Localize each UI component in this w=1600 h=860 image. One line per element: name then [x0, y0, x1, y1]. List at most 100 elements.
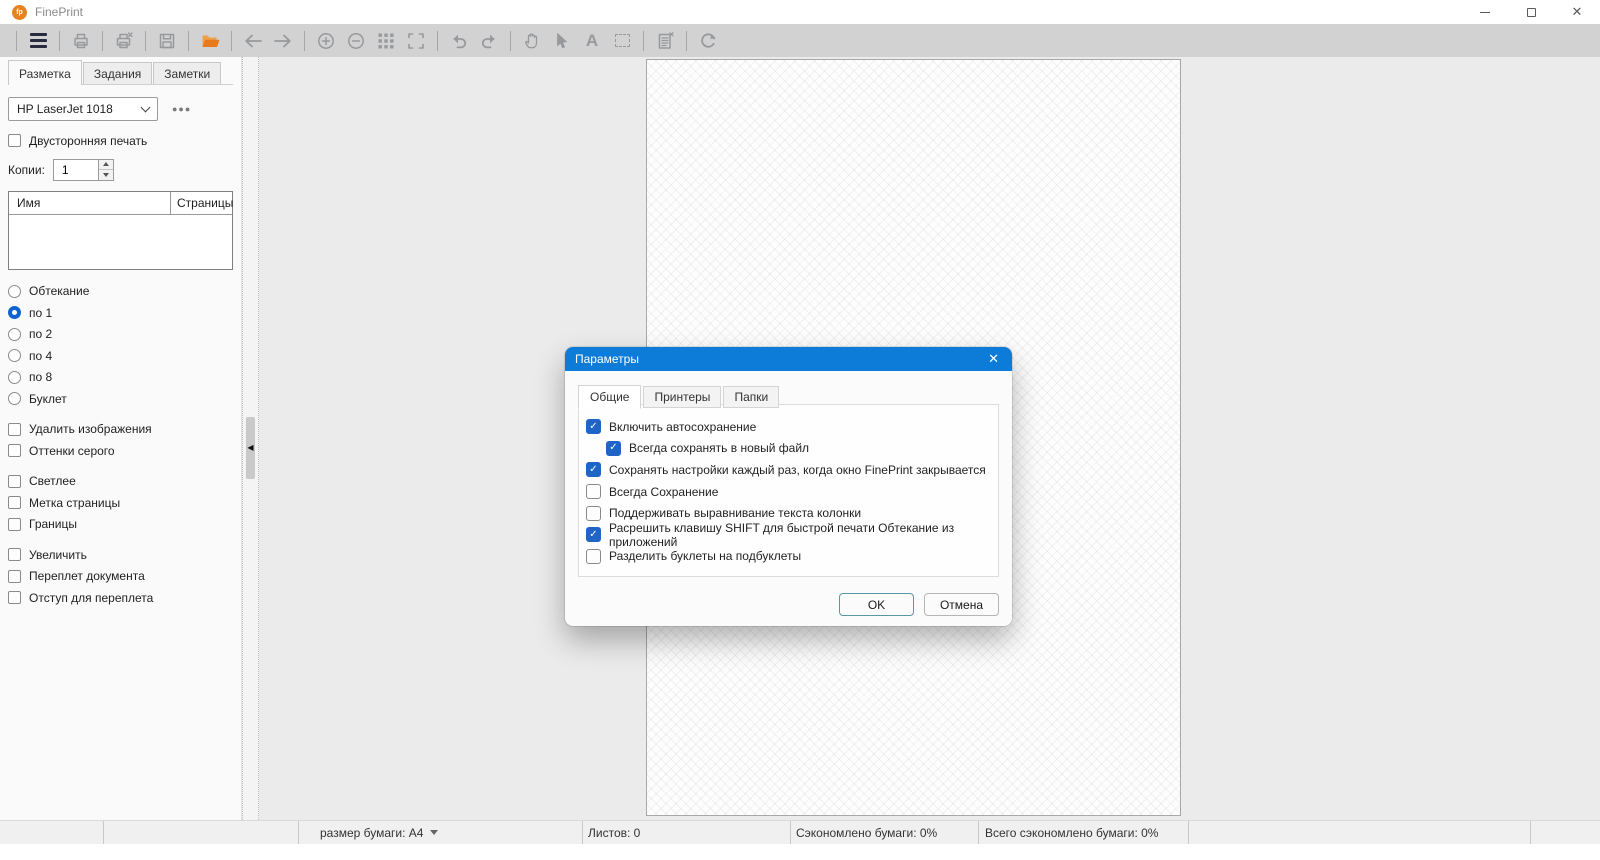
save-icon	[159, 33, 175, 48]
main-toolbar: A	[0, 24, 1600, 57]
checkbox-icon: ✓	[606, 440, 621, 456]
multi-page-view-button[interactable]	[371, 27, 401, 55]
delete-print-job-button[interactable]	[109, 27, 139, 55]
checkbox-option[interactable]: Удалить изображения	[8, 419, 233, 441]
checkbox-icon	[8, 548, 21, 562]
option-label: Всегда сохранять в новый файл	[629, 441, 810, 456]
checkbox-option[interactable]: ✓ Включить автосохранение	[586, 416, 998, 438]
print-icon	[74, 33, 88, 48]
checkbox-option[interactable]: Всегда Сохранение	[586, 481, 998, 503]
radio-icon	[8, 349, 21, 363]
layout-radio-group: Обтекание по 1 по 2 по 4 по 8 Буклет	[8, 281, 233, 410]
close-button[interactable]: ✕	[1554, 0, 1600, 24]
checkbox-option[interactable]: Метка страницы	[8, 492, 233, 514]
job-list-header: Имя Страницы	[9, 191, 233, 215]
minimize-button[interactable]	[1462, 0, 1508, 24]
tab-Заметки[interactable]: Заметки	[153, 62, 222, 84]
open-button[interactable]	[195, 27, 225, 55]
checkbox-option[interactable]: Оттенки серого	[8, 440, 233, 462]
option-label: Увеличить	[29, 547, 87, 562]
menu-button[interactable]	[23, 27, 53, 55]
checkbox-option[interactable]: Отступ для переплета	[8, 587, 233, 609]
restore-icon	[1526, 4, 1541, 17]
hand-tool-button[interactable]	[517, 27, 547, 55]
option-label: Буклет	[29, 391, 67, 406]
checkbox-icon	[8, 444, 21, 458]
printer-more-button[interactable]: ●●●	[172, 104, 191, 114]
zoom-in-button[interactable]	[311, 27, 341, 55]
dialog-title-bar[interactable]: Параметры ✕	[565, 347, 1012, 371]
tab-Папки[interactable]: Папки	[723, 386, 780, 408]
toolbar-separator	[145, 30, 146, 51]
clear-notes-button[interactable]	[650, 27, 680, 55]
save-button[interactable]	[152, 27, 182, 55]
forward-button[interactable]	[268, 27, 298, 55]
checkbox-icon	[8, 422, 21, 436]
grid-icon	[378, 33, 394, 48]
restore-button[interactable]	[1508, 0, 1554, 24]
main-area: Разметка Задания Заметки HP LaserJet 1018 …	[0, 57, 1600, 820]
tab-Принтеры[interactable]: Принтеры	[643, 386, 722, 408]
radio-option[interactable]: по 2	[8, 324, 233, 346]
option-label: по 1	[29, 305, 53, 320]
ok-button[interactable]: OK	[839, 593, 914, 616]
back-arrow-icon	[245, 34, 262, 47]
cancel-button[interactable]: Отмена	[924, 593, 999, 616]
select-tool-button[interactable]	[547, 27, 577, 55]
paper-size-status[interactable]: размер бумаги: A4	[320, 821, 439, 844]
checkbox-icon	[8, 496, 21, 510]
zoom-out-button[interactable]	[341, 27, 371, 55]
copies-input[interactable]	[52, 158, 99, 181]
fit-page-button[interactable]	[401, 27, 431, 55]
checkbox-option[interactable]: Увеличить	[8, 544, 233, 566]
option-label: Границы	[29, 517, 77, 532]
checkbox-option[interactable]: Границы	[8, 514, 233, 536]
checkbox-option[interactable]: ✓ Сохранять настройки каждый раз, когда о…	[586, 459, 998, 481]
checkbox-option[interactable]: ✓ Всегда сохранять в новый файл	[606, 438, 998, 460]
undo-button[interactable]	[444, 27, 474, 55]
column-header-name: Имя	[17, 195, 41, 210]
toolbar-separator	[510, 30, 511, 51]
tab-Разметка[interactable]: Разметка	[8, 60, 82, 85]
stepper-down-icon[interactable]	[99, 170, 113, 180]
dialog-options-panel: ✓ Включить автосохранение ✓ Всегда сохранят…	[578, 404, 999, 577]
tab-Общие[interactable]: Общие	[578, 385, 642, 409]
radio-option[interactable]: Обтекание	[8, 281, 233, 303]
checkbox-icon	[586, 484, 601, 500]
radio-option[interactable]: по 8	[8, 367, 233, 389]
checkbox-icon: ✓	[586, 462, 601, 478]
redo-icon	[481, 34, 495, 48]
stepper-up-icon[interactable]	[98, 160, 113, 170]
status-divider	[582, 821, 583, 844]
duplex-checkbox[interactable]: Двусторонняя печать	[8, 130, 233, 152]
back-button[interactable]	[238, 27, 268, 55]
text-tool-button[interactable]: A	[577, 27, 607, 55]
printer-select[interactable]: HP LaserJet 1018	[8, 97, 158, 121]
print-button[interactable]	[66, 27, 96, 55]
checkbox-icon: ✓	[586, 419, 601, 435]
copies-stepper[interactable]	[98, 158, 114, 181]
checkbox-icon	[8, 569, 21, 583]
radio-option[interactable]: Буклет	[8, 388, 233, 410]
checkbox-option[interactable]: Светлее	[8, 471, 233, 493]
panel-splitter[interactable]: ◀	[242, 57, 259, 820]
dialog-close-button[interactable]: ✕	[985, 351, 1002, 367]
toolbar-separator	[188, 30, 189, 51]
checkbox-option[interactable]: Разделить буклеты на подбуклеты	[586, 546, 998, 568]
redo-button[interactable]	[474, 27, 504, 55]
status-divider	[1188, 821, 1189, 844]
checkbox-option[interactable]: Переплет документа	[8, 566, 233, 588]
toolbar-separator	[643, 30, 644, 51]
option-label: Обтекание	[29, 284, 90, 299]
job-list[interactable]: Имя Страницы	[8, 190, 233, 270]
radio-option[interactable]: по 1	[8, 302, 233, 324]
tab-Задания[interactable]: Задания	[82, 62, 153, 84]
checkbox-option[interactable]: ✓ Расрешить клавишу SHIFT для быстрой печ…	[586, 521, 998, 549]
marquee-select-button[interactable]	[607, 27, 637, 55]
refresh-button[interactable]	[693, 27, 723, 55]
splitter-handle[interactable]: ◀	[246, 417, 255, 479]
toolbar-separator	[304, 30, 305, 51]
radio-option[interactable]: по 4	[8, 345, 233, 367]
checkbox-icon	[8, 134, 21, 148]
zoom-out-icon	[348, 32, 364, 49]
